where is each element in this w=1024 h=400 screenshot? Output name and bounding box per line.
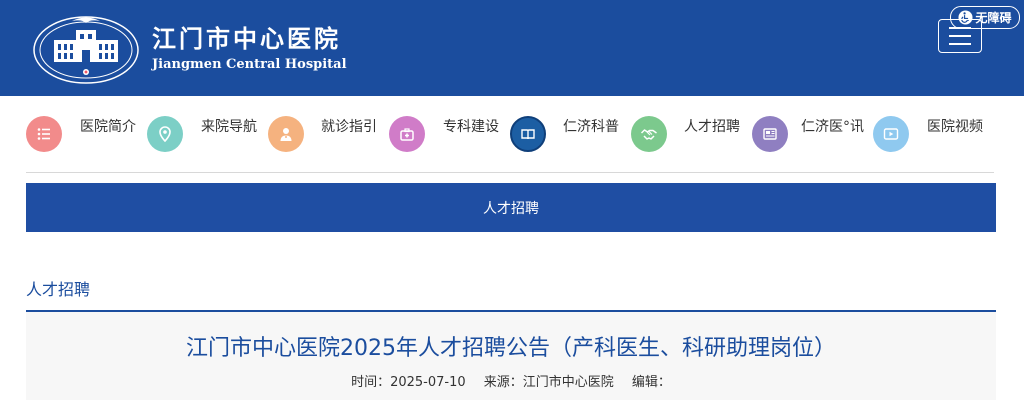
doctor-icon xyxy=(268,116,304,152)
breadcrumb-section-title[interactable]: 人才招聘 xyxy=(26,280,90,300)
site-header: 江门市中心医院 Jiangmen Central Hospital 无障碍 xyxy=(0,0,1024,96)
book-icon xyxy=(510,116,546,152)
video-icon xyxy=(873,116,909,152)
newspaper-icon xyxy=(752,116,788,152)
nav-label: 来院导航 xyxy=(201,119,257,135)
nav-label: 仁济科普 xyxy=(563,119,619,135)
hamburger-line-icon xyxy=(949,43,971,45)
channel-banner-label: 人才招聘 xyxy=(483,200,539,217)
site-name[interactable]: 江门市中心医院 xyxy=(152,24,341,54)
main-nav: 医院简介 来院导航 就诊指引 专科建设 仁济科普 人才招聘 仁济医°讯 医院视频 xyxy=(0,96,1024,172)
article-time: 时间：2025-07-10 xyxy=(351,375,466,390)
handshake-icon xyxy=(631,116,667,152)
nav-divider xyxy=(26,172,994,173)
medical-kit-icon xyxy=(389,116,425,152)
channel-banner: 人才招聘 xyxy=(26,183,996,232)
list-icon xyxy=(26,116,62,152)
nav-label: 医院视频 xyxy=(927,119,983,135)
hospital-logo-icon[interactable] xyxy=(32,12,140,84)
article-editor: 编辑： xyxy=(631,375,671,390)
nav-label: 仁济医°讯 xyxy=(801,119,864,135)
nav-label: 就诊指引 xyxy=(321,119,377,135)
nav-label: 医院简介 xyxy=(80,119,136,135)
article-meta: 时间：2025-07-10 来源：江门市中心医院 编辑： xyxy=(26,375,996,391)
article-header: 江门市中心医院2025年人才招聘公告（产科医生、科研助理岗位） 时间：2025-… xyxy=(26,312,996,400)
nav-label: 人才招聘 xyxy=(684,119,740,135)
article-source: 来源：江门市中心医院 xyxy=(483,375,614,390)
menu-toggle-button[interactable] xyxy=(938,19,982,53)
hamburger-line-icon xyxy=(949,27,971,29)
nav-label: 专科建设 xyxy=(443,119,499,135)
hamburger-line-icon xyxy=(949,35,971,37)
location-pin-icon xyxy=(147,116,183,152)
article-title: 江门市中心医院2025年人才招聘公告（产科医生、科研助理岗位） xyxy=(186,336,836,361)
site-name-english[interactable]: Jiangmen Central Hospital xyxy=(152,57,347,73)
